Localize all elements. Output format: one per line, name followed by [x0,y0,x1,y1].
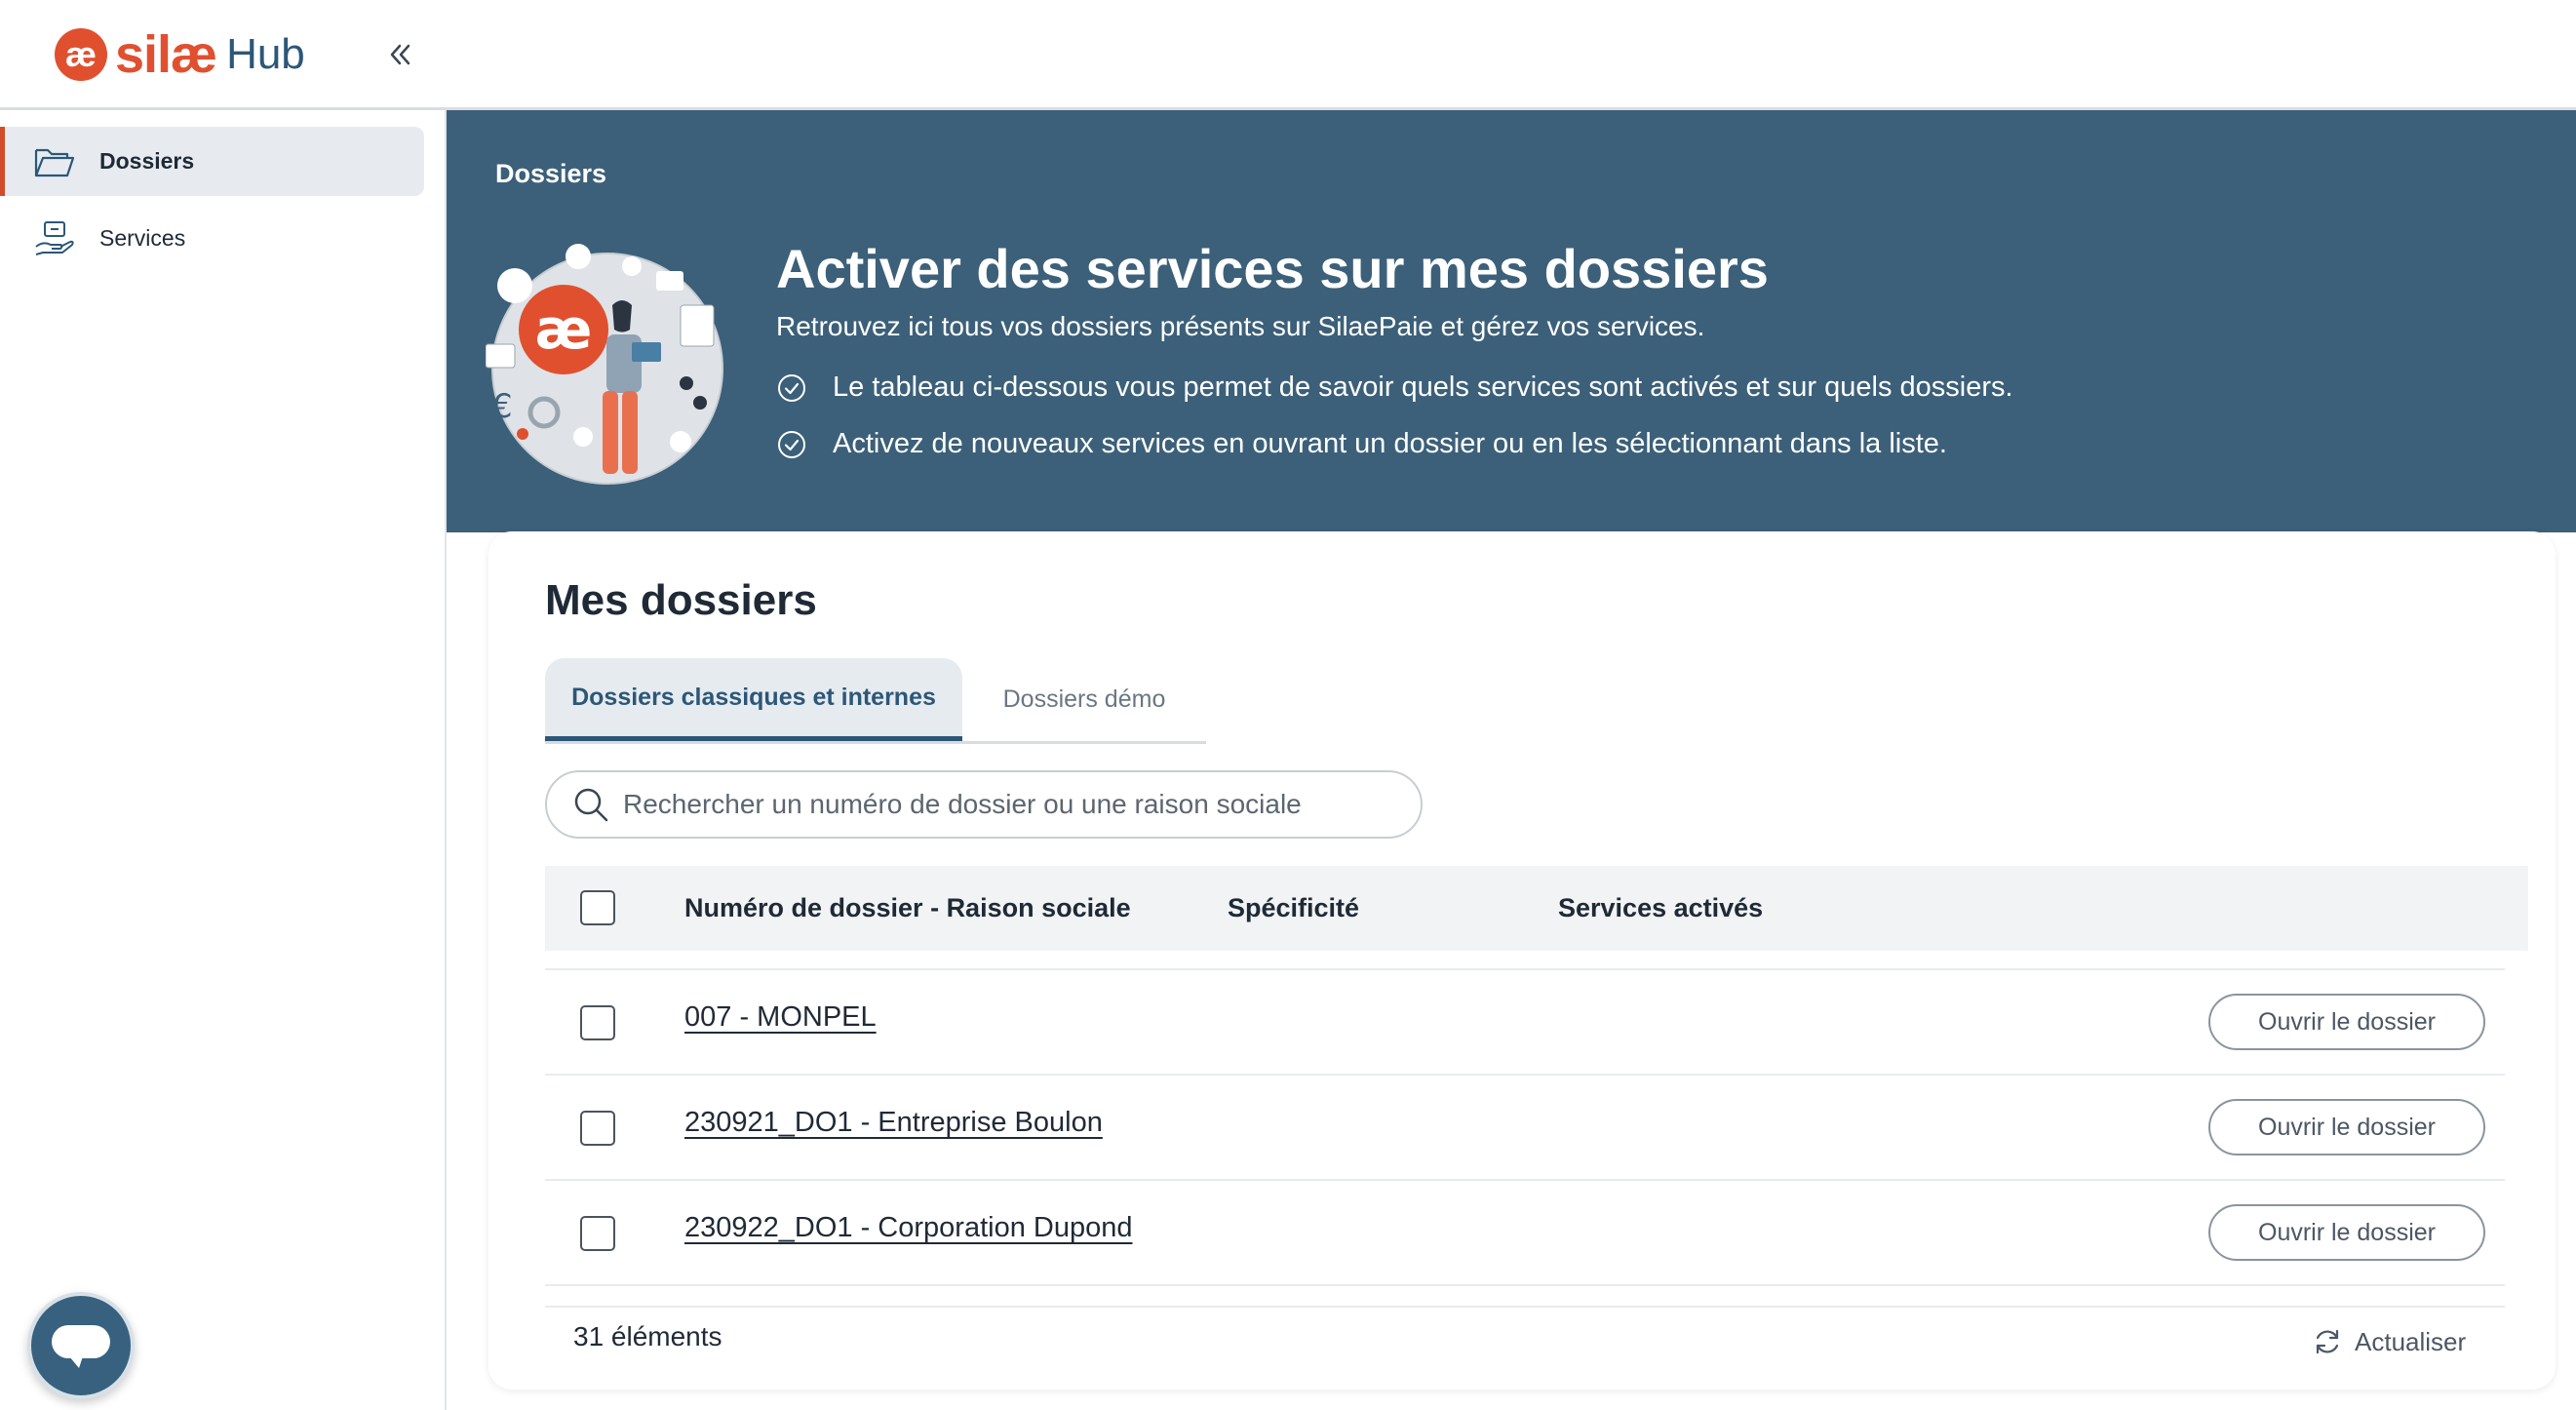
silae-hub-logo[interactable]: æ silæ Hub [55,25,305,84]
row-checkbox[interactable] [580,1216,615,1251]
hero-bullet: Activez de nouveaux services en ouvrant … [776,428,1947,460]
dossier-link[interactable]: 230921_DO1 - Entreprise Boulon [684,1107,1103,1139]
row-divider [545,1284,2505,1286]
card-title: Mes dossiers [545,576,817,624]
search-box[interactable] [545,770,1423,839]
hero-bullet-text: Activez de nouveaux services en ouvrant … [833,428,1947,459]
sidebar-item-services[interactable]: Services [0,204,424,273]
dossier-link[interactable]: 230922_DO1 - Corporation Dupond [684,1212,1132,1244]
sidebar-item-label: Services [99,225,186,251]
open-dossier-button[interactable]: Ouvrir le dossier [2208,1099,2485,1155]
check-circle-icon [778,430,805,458]
select-all-checkbox[interactable] [580,890,615,925]
hero-bullet: Le tableau ci-dessous vous permet de sav… [776,372,2013,404]
open-dossier-button[interactable]: Ouvrir le dossier [2208,1204,2485,1261]
row-checkbox[interactable] [580,1005,615,1040]
refresh-label: Actualiser [2355,1326,2467,1356]
svg-text:€: € [491,387,513,426]
services-illustration: æ € [486,244,723,485]
chat-bubble-icon [52,1325,110,1368]
sidebar: Dossiers Services [0,110,447,1410]
hero-banner: Dossiers æ € Activer des services sur me… [447,110,2576,532]
dossier-tabs: Dossiers classiques et internes Dossiers… [545,658,1206,744]
column-header-specificite: Spécificité [1228,893,1360,922]
table-row: 007 - MONPEL Ouvrir le dossier [545,968,2505,1074]
search-icon [574,788,608,822]
row-checkbox[interactable] [580,1111,615,1146]
logo-product: Hub [226,30,305,78]
tab-dossiers-classiques[interactable]: Dossiers classiques et internes [545,658,962,741]
refresh-icon [2316,1329,2339,1354]
hand-service-icon [33,217,76,260]
sidebar-item-label: Dossiers [99,148,195,174]
logo-mark: æ [55,28,107,81]
tab-dossiers-demo[interactable]: Dossiers démo [962,658,1206,741]
page-breadcrumb: Dossiers [495,159,607,188]
footer-divider [545,1306,2505,1308]
logo-brand: silæ [115,25,217,84]
sidebar-item-dossiers[interactable]: Dossiers [0,127,424,196]
chat-button[interactable] [27,1292,135,1399]
hero-subtitle: Retrouvez ici tous vos dossiers présents… [776,311,1705,341]
search-input[interactable] [623,789,1384,820]
column-header-services: Services activés [1558,893,1764,922]
check-circle-icon [778,373,805,402]
folder-open-icon [33,140,76,183]
hero-title: Activer des services sur mes dossiers [776,238,1769,299]
hero-bullet-text: Le tableau ci-dessous vous permet de sav… [833,372,2013,403]
table-header: Numéro de dossier - Raison sociale Spéci… [545,866,2528,951]
table-row: 230922_DO1 - Corporation Dupond Ouvrir l… [545,1179,2505,1284]
items-count: 31 éléments [573,1321,722,1351]
table-row: 230921_DO1 - Entreprise Boulon Ouvrir le… [545,1074,2505,1179]
column-header-dossier: Numéro de dossier - Raison sociale [684,893,1131,922]
top-bar: æ silæ Hub [0,0,2576,110]
double-chevron-left-icon [390,44,410,65]
open-dossier-button[interactable]: Ouvrir le dossier [2208,994,2485,1050]
collapse-sidebar-button[interactable] [376,31,423,78]
refresh-button[interactable]: Actualiser [2312,1326,2466,1357]
dossier-link[interactable]: 007 - MONPEL [684,1001,877,1034]
dossiers-card: Mes dossiers Dossiers classiques et inte… [488,531,2556,1390]
svg-text:æ: æ [535,298,593,362]
